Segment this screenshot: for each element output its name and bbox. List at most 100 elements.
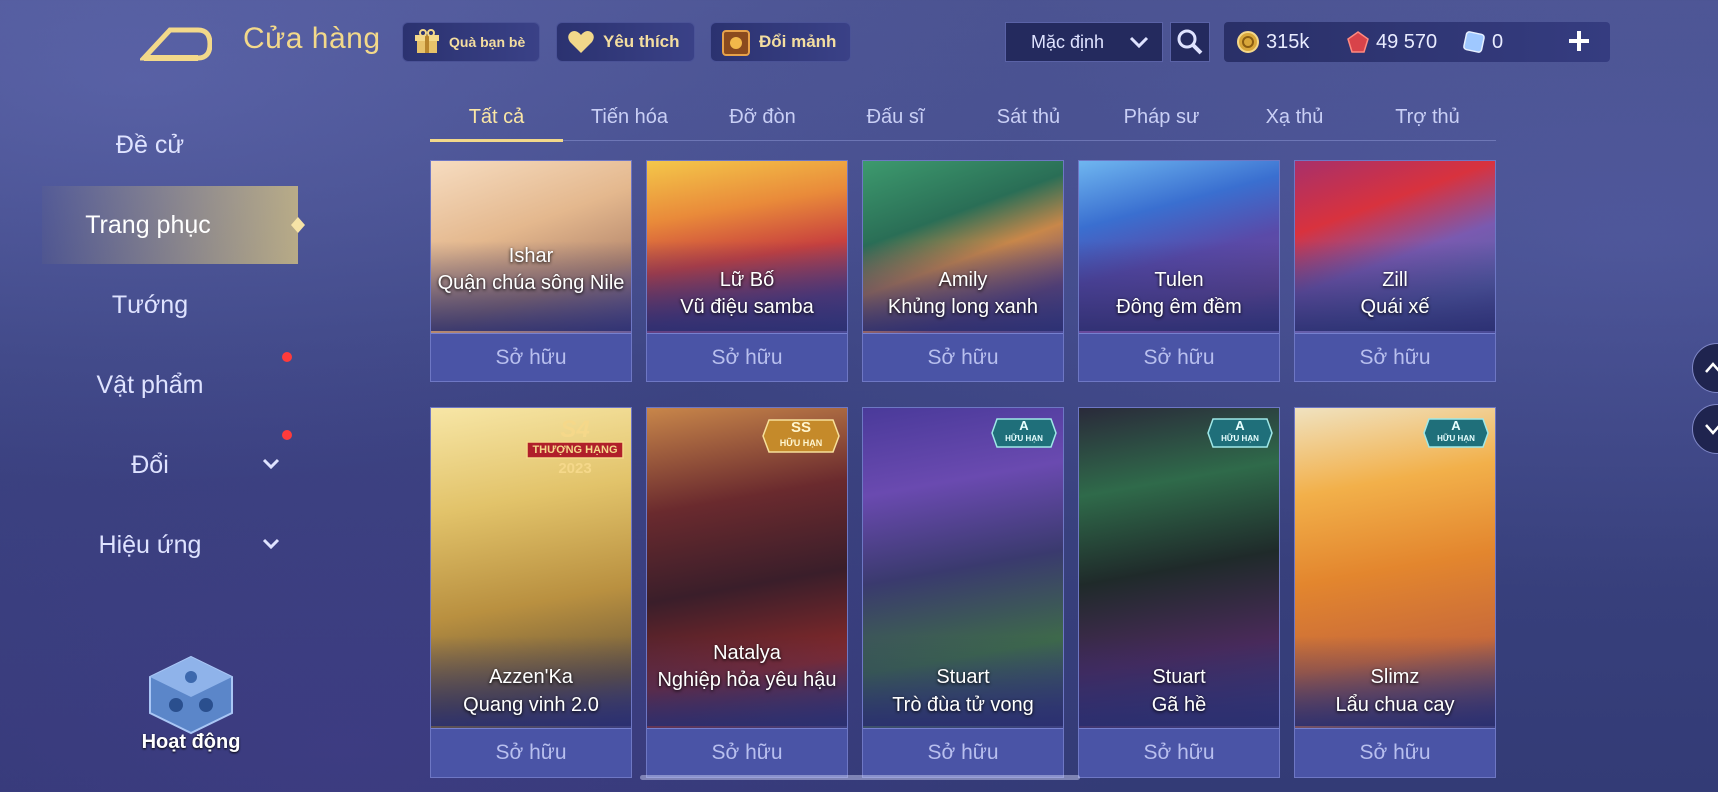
scroll-down-button[interactable]	[1692, 404, 1718, 454]
gold-coin-icon	[1237, 31, 1259, 53]
badge-year: 2023	[558, 460, 592, 477]
hero-name: Ishar	[508, 245, 554, 267]
owned-button[interactable]: Sở hữu	[1079, 333, 1279, 381]
top-bar: Cửa hàng Quà bạn bè Yêu thích Đổi mảnh M…	[0, 0, 1718, 86]
tab-label: Sát thủ	[996, 105, 1061, 128]
skin-card-azzenka[interactable]: S4 THƯỢNG HẠNG 2023 Azzen'Ka Quang vinh …	[430, 407, 632, 778]
rank-badge: SS HỮU HẠN	[761, 416, 841, 461]
activity-button[interactable]: Hoạt động	[128, 655, 254, 765]
friend-gift-button[interactable]: Quà bạn bè	[402, 22, 541, 62]
skin-name: Khủng long xanh	[887, 296, 1039, 318]
hero-name: Zill	[1382, 269, 1408, 291]
scroll-up-button[interactable]	[1692, 343, 1718, 393]
sidebar-item-label: Đề cử	[115, 130, 185, 159]
sidebar-item-label: Vật phẩm	[96, 370, 204, 399]
activity-cube-icon	[149, 655, 233, 735]
voucher-amount: 49 570	[1376, 30, 1438, 53]
owned-button[interactable]: Sở hữu	[863, 333, 1063, 381]
sidebar-item-effects[interactable]: Hiệu ứng	[0, 506, 300, 584]
horizontal-scrollbar[interactable]	[640, 775, 1080, 780]
chevron-down-icon	[262, 458, 280, 470]
skin-card-ishar[interactable]: Ishar Quận chúa sông Nile Sở hữu	[430, 160, 632, 382]
skin-card-tulen[interactable]: Tulen Đông êm đềm Sở hữu	[1078, 160, 1280, 382]
badge-label: HỮU HẠN	[1005, 434, 1043, 443]
tab-tank[interactable]: Đỡ đòn	[696, 94, 829, 140]
notification-dot	[282, 352, 292, 362]
ruby-icon	[1347, 31, 1369, 53]
tab-label: Xạ thủ	[1265, 105, 1324, 128]
sidebar-item-heroes[interactable]: Tướng	[0, 266, 300, 344]
tab-label: Pháp sư	[1123, 105, 1200, 128]
badge-tier: S4	[560, 416, 590, 443]
hero-name: Tulen	[1154, 269, 1204, 291]
chevron-up-icon	[1705, 362, 1718, 373]
badge-label: THƯỢNG HẠNG	[532, 444, 618, 456]
voucher-currency: 49 570	[1346, 22, 1437, 62]
skin-name: Quang vinh 2.0	[463, 694, 599, 716]
exchange-shards-button[interactable]: Đổi mảnh	[710, 22, 852, 62]
tab-evolution[interactable]: Tiến hóa	[563, 94, 696, 140]
search-button[interactable]	[1170, 22, 1210, 62]
sort-select[interactable]: Mặc định	[1005, 22, 1163, 62]
currency-bar: 315k 49 570 0	[1224, 22, 1610, 62]
hero-name: Stuart	[1152, 666, 1206, 688]
tab-label: Đấu sĩ	[866, 105, 925, 128]
badge-tier: A	[1451, 418, 1461, 433]
skin-card-slimz[interactable]: A HỮU HẠN Slimz Lẩu chua cay Sở hữu	[1294, 407, 1496, 778]
rank-badge: S4 THƯỢNG HẠNG 2023	[525, 416, 625, 485]
sidebar-item-skins[interactable]: Trang phục	[42, 186, 305, 264]
skin-name: Đông êm đềm	[1116, 296, 1242, 318]
category-tabs: Tất cả Tiến hóa Đỡ đòn Đấu sĩ Sát thủ Ph…	[430, 94, 1496, 142]
back-button[interactable]	[138, 22, 213, 62]
skin-card-stuart-1[interactable]: A HỮU HẠN Stuart Trò đùa tử vong Sở hữu	[862, 407, 1064, 778]
top-up-button[interactable]	[1562, 24, 1596, 58]
tab-label: Tiến hóa	[590, 105, 669, 128]
tab-label: Đỡ đòn	[729, 105, 796, 128]
skin-name: Quận chúa sông Nile	[437, 272, 625, 294]
owned-button[interactable]: Sở hữu	[647, 728, 847, 777]
sidebar-item-label: Tướng	[111, 290, 189, 319]
owned-button[interactable]: Sở hữu	[1295, 728, 1495, 777]
hero-name: Stuart	[936, 666, 990, 688]
tab-support[interactable]: Trợ thủ	[1361, 94, 1494, 140]
sidebar-item-items[interactable]: Vật phẩm	[0, 346, 300, 424]
tab-marksman[interactable]: Xạ thủ	[1228, 94, 1361, 140]
favorites-button[interactable]: Yêu thích	[556, 22, 695, 62]
heart-icon	[568, 31, 594, 53]
badge-label: HỮU HẠN	[1437, 434, 1475, 443]
sidebar-item-recommended[interactable]: Đề cử	[0, 106, 300, 184]
hero-name: Azzen'Ka	[489, 666, 573, 688]
tab-label: Trợ thủ	[1395, 105, 1460, 128]
skin-card-amily[interactable]: Amily Khủng long xanh Sở hữu	[862, 160, 1064, 382]
tab-all[interactable]: Tất cả	[430, 94, 563, 142]
sidebar-item-label: Trang phục	[85, 210, 211, 239]
skin-name: Nghiệp hỏa yêu hậu	[657, 669, 837, 691]
owned-button[interactable]: Sở hữu	[647, 333, 847, 381]
badge-tier: SS	[790, 419, 811, 436]
owned-button[interactable]: Sở hữu	[431, 333, 631, 381]
shard-chest-icon	[722, 30, 750, 56]
tab-label: Tất cả	[468, 105, 525, 128]
owned-button[interactable]: Sở hữu	[1079, 728, 1279, 777]
sidebar: Đề cử Trang phục Tướng Vật phẩm Đổi Hiệu…	[0, 100, 305, 700]
skin-card-zill[interactable]: Zill Quái xế Sở hữu	[1294, 160, 1496, 382]
tab-mage[interactable]: Pháp sư	[1095, 94, 1228, 140]
rank-badge: A HỮU HẠN	[1207, 416, 1273, 455]
sidebar-item-exchange[interactable]: Đổi	[0, 426, 300, 504]
badge-label: HỮU HẠN	[779, 438, 823, 448]
owned-button[interactable]: Sở hữu	[431, 728, 631, 777]
tab-fighter[interactable]: Đấu sĩ	[829, 94, 962, 140]
exchange-shards-label: Đổi mảnh	[759, 32, 837, 51]
back-arrow-icon	[138, 27, 213, 61]
page-title: Cửa hàng	[243, 22, 381, 55]
gold-amount: 315k	[1266, 30, 1310, 53]
skin-card-lu-bo[interactable]: Lữ Bố Vũ điệu samba Sở hữu	[646, 160, 848, 382]
owned-button[interactable]: Sở hữu	[863, 728, 1063, 777]
hero-name: Lữ Bố	[719, 269, 775, 291]
hero-name: Natalya	[713, 642, 781, 664]
skin-card-natalya[interactable]: SS HỮU HẠN Natalya Nghiệp hỏa yêu hậu Sở…	[646, 407, 848, 778]
skin-name: Gã hề	[1151, 694, 1207, 716]
tab-assassin[interactable]: Sát thủ	[962, 94, 1095, 140]
owned-button[interactable]: Sở hữu	[1295, 333, 1495, 381]
skin-card-stuart-2[interactable]: A HỮU HẠN Stuart Gã hề Sở hữu	[1078, 407, 1280, 778]
